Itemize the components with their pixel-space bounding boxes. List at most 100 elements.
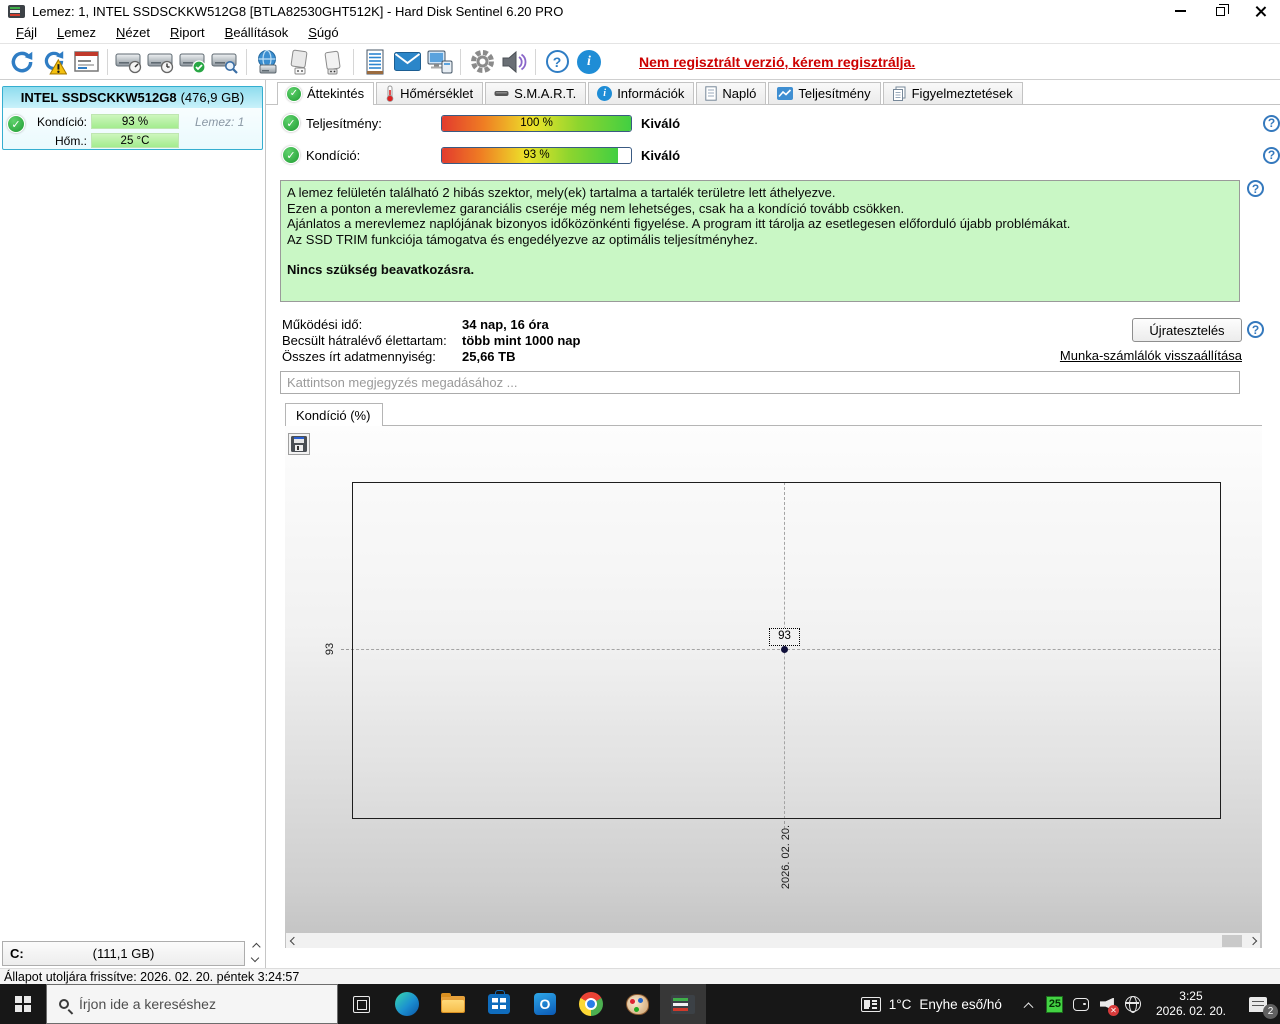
taskbar-clock[interactable]: 3:25 2026. 02. 20.: [1146, 989, 1236, 1019]
scroll-right-button[interactable]: [1245, 933, 1260, 948]
minimize-button[interactable]: [1160, 0, 1200, 22]
weather-widget[interactable]: 1°C Enyhe eső/hó: [847, 996, 1016, 1012]
search-input[interactable]: [79, 996, 309, 1012]
taskbar-paint[interactable]: [614, 984, 660, 1024]
mute-badge-icon: [1107, 1005, 1119, 1016]
chart-scrollbar[interactable]: [286, 933, 1260, 948]
minimize-icon: [1174, 10, 1186, 12]
network-status-button[interactable]: [423, 46, 455, 78]
register-link[interactable]: Nem regisztrált verzió, kérem regisztrál…: [639, 54, 915, 70]
partition-row[interactable]: C: (111,1 GB): [2, 941, 245, 966]
taskbar-explorer[interactable]: [430, 984, 476, 1024]
hard-disk-sentinel-icon: [671, 994, 695, 1014]
taskbar-search[interactable]: [46, 984, 338, 1024]
chevron-up-icon: [251, 943, 261, 952]
system-tray: 1°C Enyhe eső/hó 25 3:25 2026. 02. 20. 2: [847, 984, 1280, 1024]
condition-help-icon[interactable]: [1263, 146, 1280, 164]
disk-clock-icon: [147, 53, 174, 73]
taskbar-hard-disk-sentinel[interactable]: [660, 984, 706, 1024]
about-button[interactable]: [573, 46, 605, 78]
refresh-warning-button[interactable]: [38, 46, 70, 78]
disk-overview-button[interactable]: [113, 46, 145, 78]
chart-icon: [777, 86, 794, 100]
disk-name: INTEL SSDSCKKW512G8: [20, 90, 177, 105]
refresh-icon: [11, 51, 33, 72]
taskbar-store[interactable]: [476, 984, 522, 1024]
tab-label: Áttekintés: [307, 86, 365, 101]
chart-point-label: 93: [769, 628, 800, 646]
tray-network-button[interactable]: [1120, 984, 1146, 1024]
network-disk-button[interactable]: [252, 46, 284, 78]
weather-temp: 1°C: [888, 996, 912, 1012]
close-button[interactable]: [1240, 0, 1280, 22]
toolbar-separator: [353, 48, 354, 75]
menu-bar: Fájl Lemez Nézet Riport Beállítások Súgó: [0, 22, 1280, 44]
reset-counters-link[interactable]: Munka-számlálók visszaállítása: [1060, 348, 1242, 363]
remove-disk-button[interactable]: [284, 46, 316, 78]
pages-icon: [892, 86, 906, 101]
lifetime-label: Becsült hátralévő élettartam:: [282, 332, 447, 348]
statistics: Működési idő: 34 nap, 16 óra Becsült hát…: [282, 316, 580, 364]
taskbar-edge[interactable]: [384, 984, 430, 1024]
tab-log[interactable]: Napló: [696, 82, 767, 104]
chevron-left-icon: [289, 936, 298, 945]
scrollbar-thumb[interactable]: [1222, 934, 1242, 947]
mail-button[interactable]: [391, 46, 423, 78]
menu-help[interactable]: Súgó: [298, 23, 348, 43]
tray-expand-button[interactable]: [1016, 984, 1042, 1024]
report-button[interactable]: [70, 46, 102, 78]
tab-alerts[interactable]: Figyelmeztetések: [882, 82, 1023, 104]
restore-button[interactable]: [1200, 0, 1240, 22]
log-button[interactable]: [359, 46, 391, 78]
spin-up-button[interactable]: [247, 941, 262, 954]
disk-test-button[interactable]: [177, 46, 209, 78]
save-chart-button[interactable]: [288, 433, 310, 455]
menu-disk[interactable]: Lemez: [47, 23, 106, 43]
tab-label: Figyelmeztetések: [911, 85, 1013, 101]
taskbar-chrome[interactable]: [568, 984, 614, 1024]
performance-help-icon[interactable]: [1263, 114, 1280, 132]
disk-card[interactable]: INTEL SSDSCKKW512G8 (476,9 GB) Kondíció:…: [2, 86, 263, 150]
message-help-icon[interactable]: [1247, 180, 1264, 197]
retest-button[interactable]: Újratesztelés: [1132, 318, 1242, 342]
tab-overview[interactable]: Áttekintés: [277, 82, 375, 105]
performance-label: Teljesítmény:: [306, 115, 382, 131]
menu-view[interactable]: Nézet: [106, 23, 160, 43]
disk-status-icon: [7, 115, 25, 133]
disk-history-button[interactable]: [145, 46, 177, 78]
disk-power-icon: [324, 50, 341, 74]
menu-settings[interactable]: Beállítások: [215, 23, 299, 43]
retest-help-icon[interactable]: [1247, 321, 1264, 338]
speaker-icon: [502, 50, 527, 73]
tab-performance[interactable]: Teljesítmény: [768, 82, 881, 104]
total-written-value: 25,66 TB: [462, 348, 516, 364]
tray-volume-button[interactable]: [1094, 984, 1120, 1024]
chart-tab[interactable]: Kondíció (%): [285, 403, 384, 426]
condition-meter-value: 93 %: [523, 148, 550, 161]
taskbar: 1°C Enyhe eső/hó 25 3:25 2026. 02. 20. 2: [0, 984, 1280, 1024]
disk-surface-test-button[interactable]: [209, 46, 241, 78]
tray-hds-temperature[interactable]: 25: [1042, 984, 1068, 1024]
scroll-left-button[interactable]: [286, 933, 301, 948]
tray-device-button[interactable]: [1068, 984, 1094, 1024]
menu-report[interactable]: Riport: [160, 23, 215, 43]
app-icon: [8, 4, 25, 18]
power-on-time-value: 34 nap, 16 óra: [462, 316, 549, 332]
menu-file[interactable]: Fájl: [6, 23, 47, 43]
tab-temperature[interactable]: Hőmérséklet: [376, 82, 484, 104]
refresh-button[interactable]: [6, 46, 38, 78]
task-view-button[interactable]: [338, 984, 384, 1024]
comment-input[interactable]: [280, 371, 1240, 394]
tab-information[interactable]: Információk: [588, 82, 695, 104]
tab-smart[interactable]: S.M.A.R.T.: [485, 82, 587, 104]
smart-icon: [494, 90, 509, 96]
sound-settings-button[interactable]: [498, 46, 530, 78]
settings-button[interactable]: [466, 46, 498, 78]
spin-down-button[interactable]: [247, 954, 262, 967]
help-button[interactable]: [541, 46, 573, 78]
notification-button[interactable]: 2: [1236, 984, 1280, 1024]
chart-data-point[interactable]: [781, 646, 788, 653]
start-button[interactable]: [0, 984, 46, 1024]
disk-power-button[interactable]: [316, 46, 348, 78]
taskbar-outlook[interactable]: [522, 984, 568, 1024]
